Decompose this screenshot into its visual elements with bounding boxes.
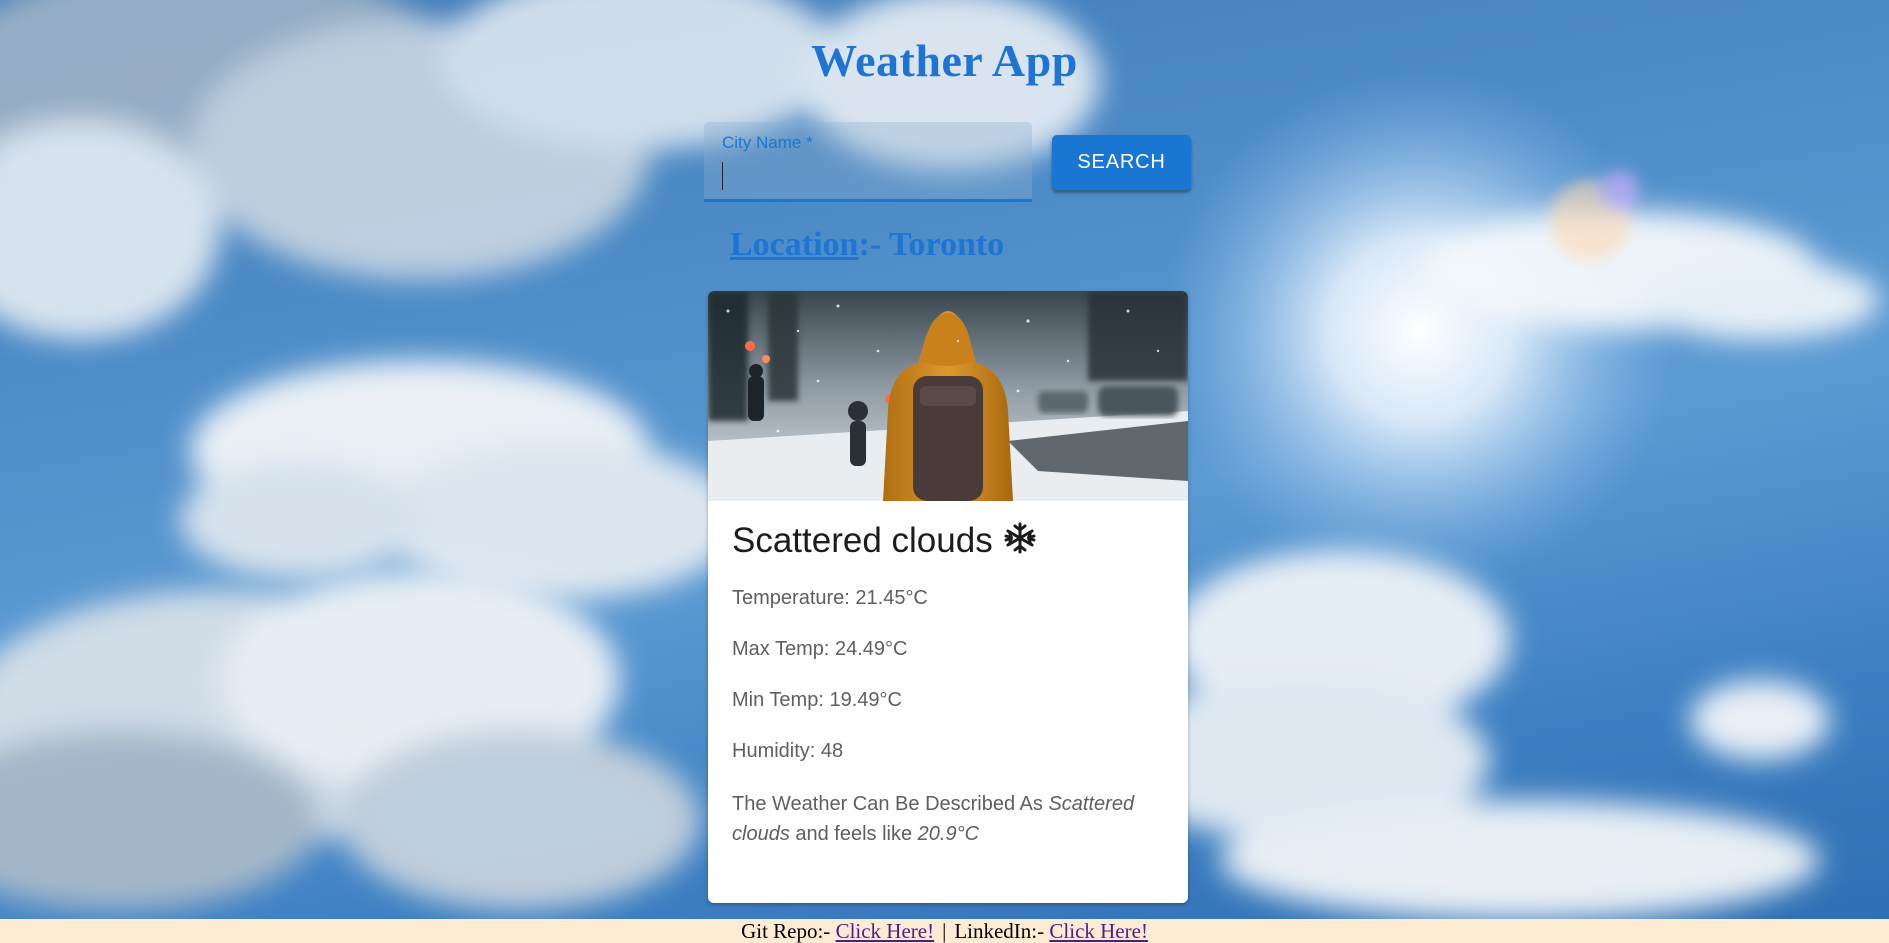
city-name-field[interactable]: City Name * [704,122,1032,202]
weather-image [708,291,1188,501]
footer-separator: | [942,919,947,943]
temperature-text: Temperature: 21.45°C [732,587,928,609]
weather-description: The Weather Can Be Described As Scattere… [732,789,1172,849]
weather-card-content: Scattered clouds Temperature: 21.45°C Ma… [732,521,1172,849]
city-name-label: City Name * [722,133,813,152]
city-name-input[interactable] [720,160,1014,194]
footer: Git Repo:- Click Here! | LinkedIn:- Click … [0,919,1889,943]
git-repo-link[interactable]: Click Here! [836,919,935,943]
weather-card: Scattered clouds Temperature: 21.45°C Ma… [708,291,1188,903]
weather-condition: Scattered clouds [732,521,1172,561]
location-city: Toronto [888,226,1005,263]
location-heading: Location:- Toronto [730,226,1004,264]
weather-condition-text: Scattered clouds [732,521,993,560]
search-button[interactable]: SEARCH [1052,135,1191,190]
text-caret [722,162,723,190]
location-separator: :- [858,226,889,263]
linkedin-link[interactable]: Click Here! [1049,919,1148,943]
humidity-text: Humidity: 48 [732,740,844,762]
description-prefix: The Weather Can Be Described As [732,793,1049,815]
description-feels-like: 20.9°C [917,823,980,845]
git-repo-label: Git Repo:- [741,919,836,943]
location-label: Location [730,226,859,263]
max-temp-text: Max Temp: 24.49°C [732,638,908,660]
min-temp-text: Min Temp: 19.49°C [732,689,902,711]
snowflake-icon [1003,521,1037,555]
page-title: Weather App [811,35,1078,86]
linkedin-label: LinkedIn:- [954,919,1050,943]
description-middle: and feels like [789,823,918,845]
